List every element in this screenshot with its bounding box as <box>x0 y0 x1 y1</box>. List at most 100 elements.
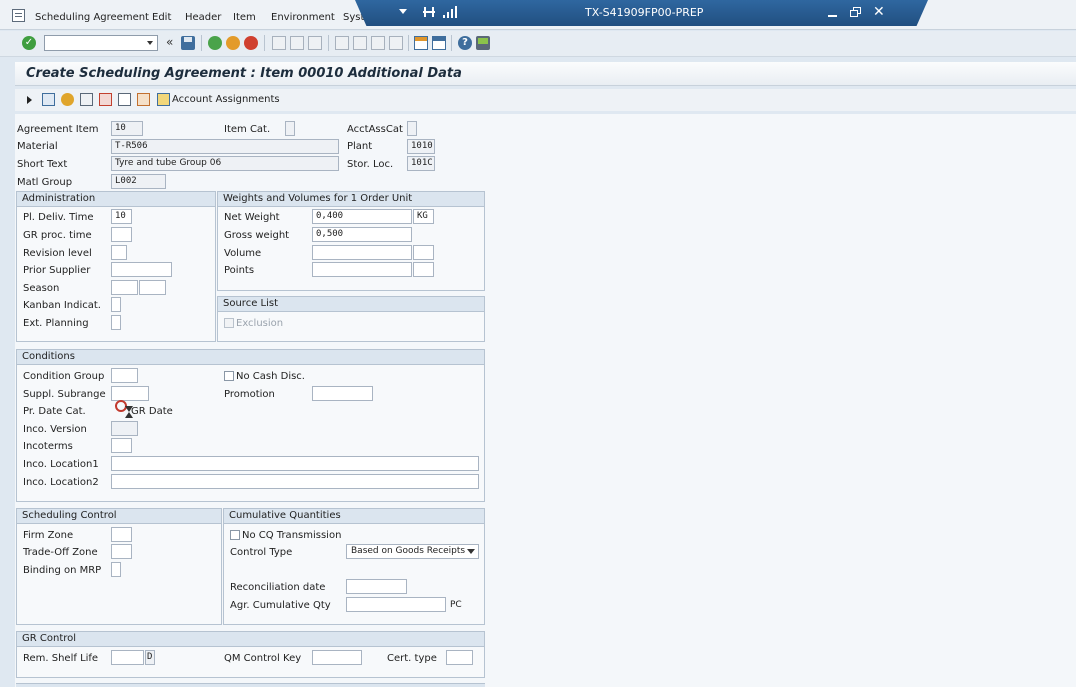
gr-proc-time-field[interactable] <box>111 227 132 242</box>
stor-loc-label: Stor. Loc. <box>347 159 394 170</box>
menu-header[interactable]: Header <box>185 12 221 23</box>
item-cat-field <box>285 121 295 136</box>
gross-weight-field[interactable]: 0,500 <box>312 227 412 242</box>
material-field: T-R506 <box>111 139 339 154</box>
incoterms-label: Incoterms <box>23 441 73 452</box>
weights-title: Weights and Volumes for 1 Order Unit <box>218 192 484 207</box>
volume-unit-field[interactable] <box>413 245 434 260</box>
inco-location1-field[interactable] <box>111 456 479 471</box>
condition-group-label: Condition Group <box>23 371 105 382</box>
scheduling-control-title: Scheduling Control <box>17 509 221 524</box>
reconciliation-label: Reconciliation date <box>230 582 326 593</box>
output-icon[interactable] <box>99 93 112 106</box>
qm-control-key-field[interactable] <box>312 650 362 665</box>
triangle-right-icon[interactable] <box>27 96 32 104</box>
no-cash-disc-checkbox[interactable] <box>224 371 234 381</box>
pl-deliv-time-label: Pl. Deliv. Time <box>23 212 94 223</box>
short-text-label: Short Text <box>17 159 68 170</box>
inco-location2-field[interactable] <box>111 474 479 489</box>
incoterms-field[interactable] <box>111 438 132 453</box>
trade-off-zone-field[interactable] <box>111 544 132 559</box>
stor-loc-field: 101C <box>407 156 435 171</box>
prior-supplier-label: Prior Supplier <box>23 265 91 276</box>
revision-level-label: Revision level <box>23 248 92 259</box>
agreement-item-label: Agreement Item <box>17 124 99 135</box>
chevron-down-icon <box>467 549 475 554</box>
pl-deliv-time-field[interactable]: 10 <box>111 209 132 224</box>
minimize-icon[interactable] <box>828 15 837 17</box>
net-weight-unit-field[interactable]: KG <box>413 209 434 224</box>
shortcut-icon[interactable] <box>432 36 446 50</box>
revision-level-field[interactable] <box>111 245 127 260</box>
firm-zone-label: Firm Zone <box>23 530 74 541</box>
net-weight-label: Net Weight <box>224 212 280 223</box>
season-field[interactable] <box>111 280 138 295</box>
conditions-icon[interactable] <box>137 93 150 106</box>
control-type-value: Based on Goods Receipts <box>351 546 466 556</box>
account-assignments-icon[interactable] <box>157 93 170 106</box>
exit-icon[interactable] <box>226 36 240 50</box>
control-type-label: Control Type <box>230 547 293 558</box>
no-cq-checkbox[interactable] <box>230 530 240 540</box>
inco-location1-label: Inco. Location1 <box>23 459 99 470</box>
pin-icon[interactable] <box>423 6 435 18</box>
layout-menu-icon[interactable] <box>476 36 490 50</box>
new-session-icon[interactable] <box>414 36 428 50</box>
find-next-icon <box>308 36 322 50</box>
no-cq-label: No CQ Transmission <box>242 530 342 541</box>
command-field[interactable] <box>44 35 158 51</box>
season-year-field[interactable] <box>139 280 166 295</box>
menu-environment[interactable]: Environment <box>271 12 335 23</box>
menu-item[interactable]: Item <box>233 12 256 23</box>
gr-control-title: GR Control <box>17 632 484 647</box>
delete-icon[interactable] <box>42 93 55 106</box>
print-preview-icon[interactable] <box>80 93 93 106</box>
enter-icon[interactable]: ✓ <box>22 36 36 50</box>
firm-zone-field[interactable] <box>111 527 132 542</box>
menu-icon[interactable] <box>12 9 25 22</box>
help-icon[interactable]: ? <box>458 36 472 50</box>
qm-control-key-label: QM Control Key <box>224 653 302 664</box>
cancel-icon[interactable] <box>244 36 258 50</box>
points-field[interactable] <box>312 262 412 277</box>
reconciliation-field[interactable] <box>346 579 407 594</box>
partner-icon[interactable] <box>61 93 74 106</box>
binding-mrp-field[interactable] <box>111 562 121 577</box>
back-icon[interactable] <box>208 36 222 50</box>
rem-shelf-life-field[interactable] <box>111 650 144 665</box>
standard-toolbar <box>0 31 1076 57</box>
volume-field[interactable] <box>312 245 412 260</box>
kanban-field[interactable] <box>111 297 121 312</box>
print-icon <box>272 36 286 50</box>
suppl-subrange-field[interactable] <box>111 386 149 401</box>
close-icon[interactable]: ✕ <box>873 4 885 20</box>
net-weight-field[interactable]: 0,400 <box>312 209 412 224</box>
inco-version-field <box>111 421 138 436</box>
menu-scheduling-agreement[interactable]: Scheduling Agreement <box>35 12 149 23</box>
pr-date-cat-value[interactable]: GR Date <box>131 406 173 417</box>
restore-icon[interactable] <box>850 7 861 17</box>
texts-icon[interactable] <box>118 93 131 106</box>
cert-type-field[interactable] <box>446 650 473 665</box>
condition-group-field[interactable] <box>111 368 138 383</box>
prev-page-icon <box>353 36 367 50</box>
points-unit-field[interactable] <box>413 262 434 277</box>
control-type-dropdown[interactable]: Based on Goods Receipts <box>346 544 479 559</box>
next-page-icon <box>371 36 385 50</box>
agr-cum-qty-field[interactable] <box>346 597 446 612</box>
last-page-icon <box>389 36 403 50</box>
prior-supplier-field[interactable] <box>111 262 172 277</box>
ext-planning-label: Ext. Planning <box>23 318 89 329</box>
menu-edit[interactable]: Edit <box>152 12 171 23</box>
save-icon[interactable] <box>181 36 195 50</box>
administration-title: Administration <box>17 192 215 207</box>
chevron-down-icon[interactable] <box>399 9 407 14</box>
account-assignments-button[interactable]: Account Assignments <box>172 94 280 105</box>
double-chevron-icon[interactable]: « <box>166 35 173 49</box>
toolbar-separator <box>408 35 409 51</box>
gr-proc-time-label: GR proc. time <box>23 230 92 241</box>
first-page-icon <box>335 36 349 50</box>
promotion-field[interactable] <box>312 386 373 401</box>
kanban-label: Kanban Indicat. <box>23 300 101 311</box>
ext-planning-field[interactable] <box>111 315 121 330</box>
